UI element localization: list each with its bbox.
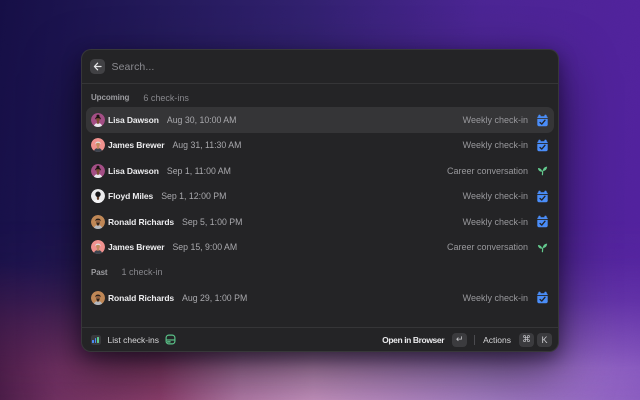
person-name: Lisa Dawson bbox=[108, 165, 159, 176]
calendar-check-icon bbox=[536, 139, 549, 152]
footer-bar: List check-ins Open in Browser ↵ Actions… bbox=[82, 327, 558, 351]
search-input[interactable] bbox=[111, 60, 548, 73]
calendar-check-icon bbox=[536, 114, 549, 127]
check-in-date: Aug 31, 11:30 AM bbox=[172, 140, 242, 151]
check-in-date: Sep 1, 11:00 AM bbox=[166, 165, 231, 176]
list-item[interactable]: Ronald Richards Sep 5, 1:00 PM Weekly ch… bbox=[86, 209, 554, 234]
check-in-date: Sep 1, 12:00 PM bbox=[161, 191, 227, 202]
command-palette-window: Upcoming 6 check-ins Lisa Dawson Aug 30,… bbox=[81, 49, 559, 352]
check-in-list: Upcoming 6 check-ins Lisa Dawson Aug 30,… bbox=[82, 84, 558, 327]
person-name: Ronald Richards bbox=[108, 216, 175, 227]
list-item[interactable]: Lisa Dawson Aug 30, 10:00 AM Weekly chec… bbox=[86, 107, 554, 133]
check-in-date: Aug 29, 1:00 PM bbox=[182, 292, 248, 303]
section-title: Upcoming bbox=[91, 93, 130, 103]
avatar bbox=[90, 113, 105, 128]
avatar bbox=[90, 290, 105, 305]
check-in-type: Weekly check-in bbox=[462, 140, 528, 151]
section-header: Upcoming 6 check-ins bbox=[86, 88, 554, 107]
avatar bbox=[90, 138, 105, 153]
calendar-check-icon bbox=[536, 215, 549, 228]
arrow-left-icon bbox=[93, 62, 102, 71]
avatar bbox=[90, 189, 105, 204]
actions-button[interactable]: Actions bbox=[483, 335, 511, 345]
avatar bbox=[90, 214, 105, 229]
check-in-date: Aug 30, 10:00 AM bbox=[166, 115, 237, 126]
avatar bbox=[90, 163, 105, 178]
search-bar bbox=[82, 50, 558, 84]
person-name: Lisa Dawson bbox=[108, 115, 159, 126]
check-in-date: Sep 5, 1:00 PM bbox=[182, 216, 243, 227]
drive-icon bbox=[165, 334, 176, 345]
return-key-badge: ↵ bbox=[452, 332, 468, 347]
check-in-type: Career conversation bbox=[446, 242, 528, 253]
calendar-check-icon bbox=[536, 291, 549, 304]
avatar bbox=[90, 240, 105, 255]
sprout-icon bbox=[536, 241, 549, 254]
k-key-badge: K bbox=[537, 332, 552, 347]
check-in-type: Weekly check-in bbox=[462, 216, 528, 227]
check-in-type: Weekly check-in bbox=[462, 191, 528, 202]
bar-chart-icon bbox=[90, 334, 101, 345]
list-item[interactable]: Ronald Richards Aug 29, 1:00 PM Weekly c… bbox=[86, 285, 554, 310]
list-item[interactable]: James Brewer Sep 15, 9:00 AM Career conv… bbox=[86, 234, 554, 259]
list-item[interactable]: Floyd Miles Sep 1, 12:00 PM Weekly check… bbox=[86, 184, 554, 209]
list-item[interactable]: James Brewer Aug 31, 11:30 AM Weekly che… bbox=[86, 133, 554, 158]
footer-divider bbox=[474, 334, 476, 345]
calendar-check-icon bbox=[536, 190, 549, 203]
list-item[interactable]: Lisa Dawson Sep 1, 11:00 AM Career conve… bbox=[86, 158, 554, 183]
check-in-date: Sep 15, 9:00 AM bbox=[172, 242, 238, 253]
open-in-browser-button[interactable]: Open in Browser bbox=[382, 335, 444, 345]
section-count: 1 check-in bbox=[121, 267, 163, 278]
section-count: 6 check-ins bbox=[143, 92, 189, 103]
section-title: Past bbox=[91, 267, 108, 277]
sprout-icon bbox=[536, 164, 549, 177]
cmd-key-badge: ⌘ bbox=[519, 332, 534, 347]
check-in-type: Weekly check-in bbox=[462, 292, 528, 303]
check-in-type: Weekly check-in bbox=[462, 115, 528, 126]
back-button[interactable] bbox=[90, 59, 105, 74]
extension-label: List check-ins bbox=[107, 334, 160, 345]
person-name: Floyd Miles bbox=[108, 191, 154, 202]
section-header: Past 1 check-in bbox=[86, 260, 554, 285]
person-name: James Brewer bbox=[108, 242, 165, 253]
person-name: James Brewer bbox=[108, 140, 165, 151]
check-in-type: Career conversation bbox=[446, 165, 528, 176]
person-name: Ronald Richards bbox=[108, 292, 175, 303]
